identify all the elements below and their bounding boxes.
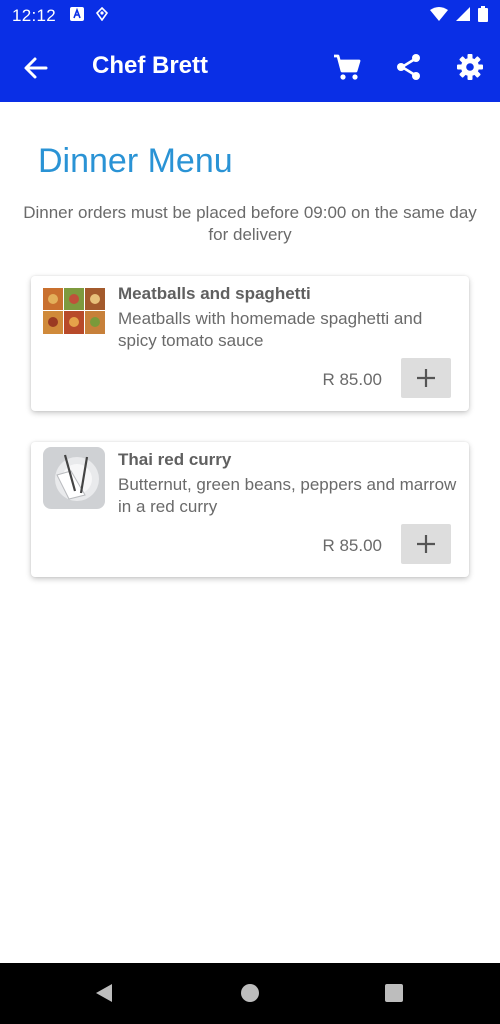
- add-to-cart-button[interactable]: [401, 358, 451, 398]
- back-triangle-icon: [96, 984, 112, 1002]
- nav-recents-button[interactable]: [384, 983, 404, 1008]
- signal-icon: [456, 6, 470, 26]
- menu-item-title: Thai red curry: [118, 450, 232, 469]
- food-collage-image: [43, 288, 105, 334]
- back-button[interactable]: [22, 54, 50, 82]
- share-icon: [397, 54, 420, 80]
- screen: 12:12 Chef Brett Dinner Menu Dinner orde…: [0, 0, 500, 1024]
- status-bar: 12:12: [0, 0, 500, 32]
- nav-home-button[interactable]: [240, 983, 260, 1008]
- a-badge-icon: [70, 6, 85, 26]
- menu-item-title: Meatballs and spaghetti: [118, 284, 311, 303]
- system-nav-bar: [0, 963, 500, 1024]
- menu-item-card[interactable]: Meatballs and spaghetti Meatballs with h…: [31, 276, 469, 411]
- settings-button[interactable]: [455, 52, 485, 82]
- recents-square-icon: [385, 984, 403, 1002]
- menu-item-price: R 85.00: [322, 536, 382, 555]
- back-arrow-icon: [24, 57, 48, 79]
- page-title: Dinner Menu: [38, 142, 233, 180]
- status-time: 12:12: [12, 6, 57, 25]
- status-notification-icons: [70, 6, 109, 26]
- menu-item-description: Meatballs with homemade spaghetti and sp…: [118, 309, 423, 350]
- add-to-cart-button[interactable]: [401, 524, 451, 564]
- plus-icon: [417, 535, 435, 553]
- app-bar: Chef Brett: [0, 32, 500, 102]
- app-title: Chef Brett: [92, 52, 209, 79]
- status-system-icons: [430, 5, 488, 27]
- location-icon: [96, 6, 109, 26]
- settings-icon: [457, 54, 483, 80]
- share-button[interactable]: [394, 52, 424, 82]
- order-deadline-notice: Dinner orders must be placed before 09:0…: [23, 203, 477, 244]
- wifi-icon: [430, 6, 448, 26]
- home-circle-icon: [241, 984, 259, 1002]
- battery-icon: [478, 5, 488, 27]
- menu-item-card[interactable]: Thai red curry Butternut, green beans, p…: [31, 442, 469, 577]
- plus-icon: [417, 369, 435, 387]
- menu-item-description: Butternut, green beans, peppers and marr…: [118, 475, 457, 516]
- cart-button[interactable]: [332, 52, 362, 82]
- cart-icon: [334, 54, 361, 80]
- menu-item-price: R 85.00: [322, 370, 382, 389]
- nav-back-button[interactable]: [94, 983, 114, 1008]
- cutlery-plate-image: [43, 447, 105, 509]
